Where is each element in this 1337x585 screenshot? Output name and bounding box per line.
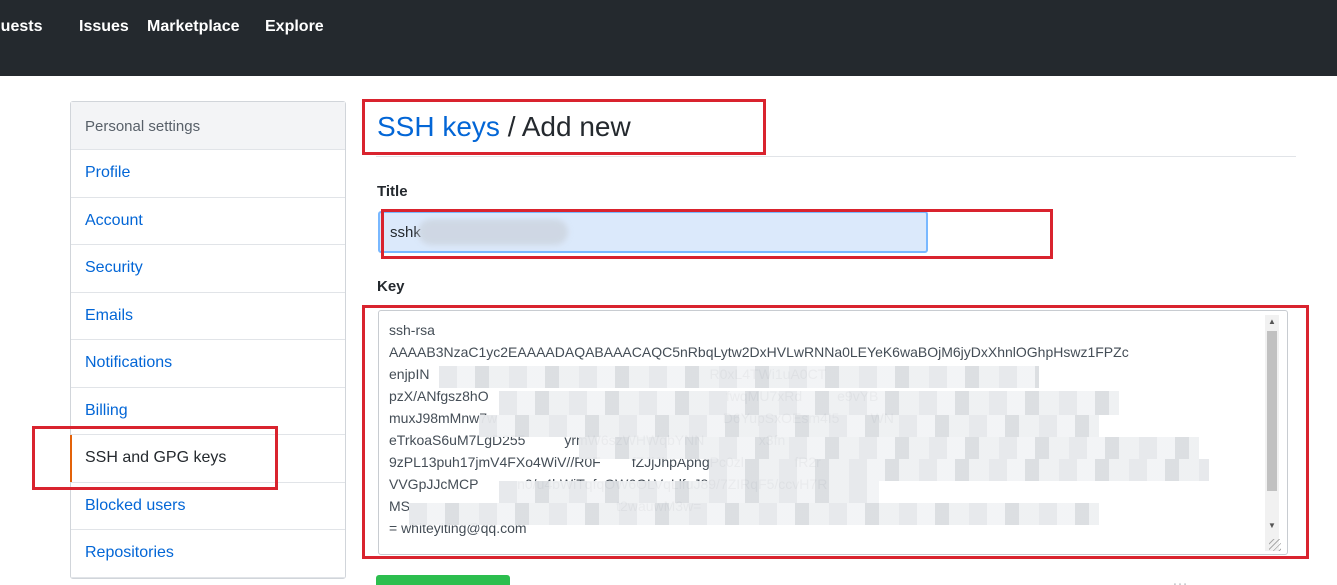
settings-sidebar: Personal settings Profile Account Securi… <box>70 101 346 579</box>
nav-marketplace[interactable]: Marketplace <box>147 18 240 36</box>
sidebar-item-security[interactable]: Security <box>71 245 345 293</box>
sidebar-item-emails[interactable]: Emails <box>71 293 345 340</box>
watermark: … <box>1172 572 1188 585</box>
sidebar-item-profile[interactable]: Profile <box>71 150 345 198</box>
title-label: Title <box>377 183 408 200</box>
annotation-box-title <box>381 209 1053 259</box>
annotation-box-key <box>362 305 1309 559</box>
nav-explore[interactable]: Explore <box>265 18 324 36</box>
key-label: Key <box>377 278 405 295</box>
annotation-box-sidebar <box>32 426 278 490</box>
nav-issues[interactable]: Issues <box>79 18 129 36</box>
add-ssh-key-button[interactable] <box>376 575 510 585</box>
sidebar-title: Personal settings <box>71 102 345 150</box>
annotation-box-heading <box>362 99 766 155</box>
sidebar-item-notifications[interactable]: Notifications <box>71 340 345 388</box>
heading-divider <box>376 156 1296 157</box>
top-header: equests Issues Marketplace Explore <box>0 0 1337 76</box>
nav-pull-requests[interactable]: equests <box>0 18 42 36</box>
sidebar-item-repositories[interactable]: Repositories <box>71 530 345 578</box>
sidebar-item-account[interactable]: Account <box>71 198 345 245</box>
